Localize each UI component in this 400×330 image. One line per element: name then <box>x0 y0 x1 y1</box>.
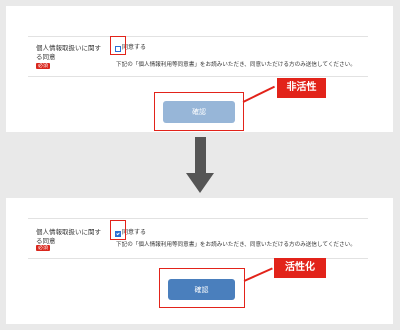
consent-label-line1: 個人情報取扱いに関す <box>36 228 101 236</box>
callout-connector <box>242 85 275 103</box>
highlight-box-button <box>159 268 245 308</box>
callout-connector <box>243 267 273 282</box>
form-panel-enabled-state: 個人情報取扱いに関す る同意 必須 同意する 下記の「個人情報利用等同意書」をお… <box>6 198 393 324</box>
highlight-box-checkbox <box>110 220 126 240</box>
divider <box>28 76 368 77</box>
form-panel-disabled-state: 個人情報取扱いに関す る同意 必須 同意する 下記の「個人情報利用等同意書」をお… <box>6 6 393 132</box>
callout-enabled-label: 活性化 <box>274 258 326 278</box>
divider <box>28 36 368 37</box>
consent-label-line1: 個人情報取扱いに関す <box>36 44 101 52</box>
callout-disabled-label: 非活性 <box>277 78 326 98</box>
required-badge: 必須 <box>36 245 51 251</box>
consent-label-line2: る同意 <box>36 53 56 61</box>
consent-field-label: 個人情報取扱いに関す る同意 <box>36 228 101 246</box>
consent-field-label: 個人情報取扱いに関す る同意 <box>36 44 101 62</box>
consent-description: 下記の「個人情報利用等同意書」をお読みいただき、同意いただける方のみ送信してくだ… <box>116 62 356 68</box>
consent-description: 下記の「個人情報利用等同意書」をお読みいただき、同意いただける方のみ送信してくだ… <box>116 242 356 248</box>
divider <box>28 218 368 219</box>
highlight-box-checkbox <box>110 36 126 55</box>
required-badge: 必須 <box>36 63 51 69</box>
highlight-box-button <box>154 92 244 131</box>
